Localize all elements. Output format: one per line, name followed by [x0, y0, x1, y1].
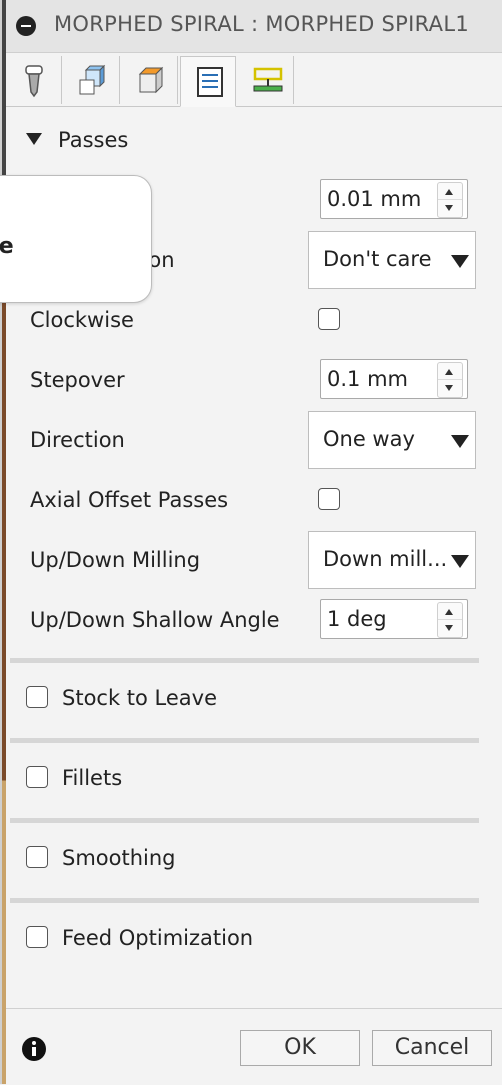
section-divider [10, 738, 479, 743]
clockwise-checkbox[interactable] [318, 308, 340, 330]
direction-select[interactable]: One way [308, 411, 476, 469]
section-divider [10, 818, 479, 823]
ok-button[interactable]: OK [240, 1030, 360, 1066]
stock-to-leave-checkbox[interactable] [26, 686, 48, 708]
section-divider [10, 658, 479, 663]
operation-panel: MORPHED SPIRAL : MORPHED SPIRAL1 Passes … [0, 0, 502, 1085]
axial-offset-label: Axial Offset Passes [30, 488, 229, 512]
dialog-footer: OK Cancel [6, 1008, 502, 1085]
increment-arrow-icon [445, 369, 453, 375]
heights-icon [138, 66, 164, 94]
dropdown-arrow-icon [451, 255, 469, 268]
tooltip-popup: pe [0, 175, 152, 303]
linking-icon [253, 67, 283, 92]
stock-to-leave-label: Stock to Leave [62, 686, 218, 710]
stepover-label: Stepover [30, 368, 125, 392]
tab-geometry[interactable] [64, 56, 120, 104]
stepover-value[interactable]: 0.1 mm [327, 367, 408, 391]
fillets-checkbox[interactable] [26, 766, 48, 788]
updown-milling-label: Up/Down Milling [30, 548, 201, 572]
cancel-button[interactable]: Cancel [372, 1030, 492, 1066]
title-bar[interactable]: MORPHED SPIRAL : MORPHED SPIRAL1 [6, 0, 502, 53]
passes-header-label: Passes [58, 128, 129, 152]
direction-value: One way [323, 427, 415, 451]
group-smoothing[interactable]: Smoothing [26, 846, 176, 876]
decrement-arrow-icon [445, 625, 453, 631]
passes-icon [197, 67, 223, 97]
collapse-icon[interactable] [16, 16, 36, 36]
expand-triangle-icon[interactable] [26, 133, 42, 145]
decrement-arrow-icon [445, 205, 453, 211]
window-title: MORPHED SPIRAL : MORPHED SPIRAL1 [54, 12, 469, 36]
updown-angle-spinner[interactable]: 1 deg [320, 599, 468, 639]
group-stock-to-leave[interactable]: Stock to Leave [26, 686, 217, 716]
smoothing-checkbox[interactable] [26, 846, 48, 868]
direction-label: Direction [30, 428, 125, 452]
tooltip-text: pe [0, 234, 14, 259]
updown-angle-value[interactable]: 1 deg [327, 607, 387, 631]
dropdown-arrow-icon [451, 555, 469, 568]
sideways-direction-value: Don't care [323, 247, 432, 271]
tolerance-stepper[interactable] [437, 182, 463, 218]
axial-offset-checkbox[interactable] [318, 488, 340, 510]
updown-milling-select[interactable]: Down mill... [308, 531, 476, 589]
clockwise-label: Clockwise [30, 308, 134, 332]
updown-milling-value: Down mill... [323, 547, 448, 571]
tolerance-value[interactable]: 0.01 mm [327, 187, 421, 211]
dropdown-arrow-icon [451, 435, 469, 448]
tab-linking[interactable] [238, 56, 294, 104]
feed-optimization-label: Feed Optimization [62, 926, 254, 950]
tab-tool[interactable] [6, 56, 62, 104]
info-icon[interactable] [22, 1037, 46, 1061]
decrement-arrow-icon [445, 385, 453, 391]
passes-section-header[interactable]: Passes [26, 128, 128, 152]
tolerance-spinner[interactable]: 0.01 mm [320, 179, 468, 219]
tab-bar [6, 56, 502, 107]
increment-arrow-icon [445, 609, 453, 615]
tab-passes[interactable] [180, 56, 236, 107]
group-feed-optimization[interactable]: Feed Optimization [26, 926, 253, 956]
stepover-stepper[interactable] [437, 362, 463, 398]
feed-optimization-checkbox[interactable] [26, 926, 48, 948]
section-divider [10, 898, 479, 903]
tab-heights[interactable] [122, 56, 178, 104]
updown-angle-label: Up/Down Shallow Angle [30, 608, 280, 632]
increment-arrow-icon [445, 189, 453, 195]
smoothing-label: Smoothing [62, 846, 176, 870]
group-fillets[interactable]: Fillets [26, 766, 122, 796]
updown-angle-stepper[interactable] [437, 602, 463, 638]
fillets-label: Fillets [62, 766, 123, 790]
stepover-spinner[interactable]: 0.1 mm [320, 359, 468, 399]
geometry-icon [79, 64, 106, 95]
sideways-direction-select[interactable]: Don't care [308, 231, 476, 289]
tool-icon [25, 65, 43, 98]
